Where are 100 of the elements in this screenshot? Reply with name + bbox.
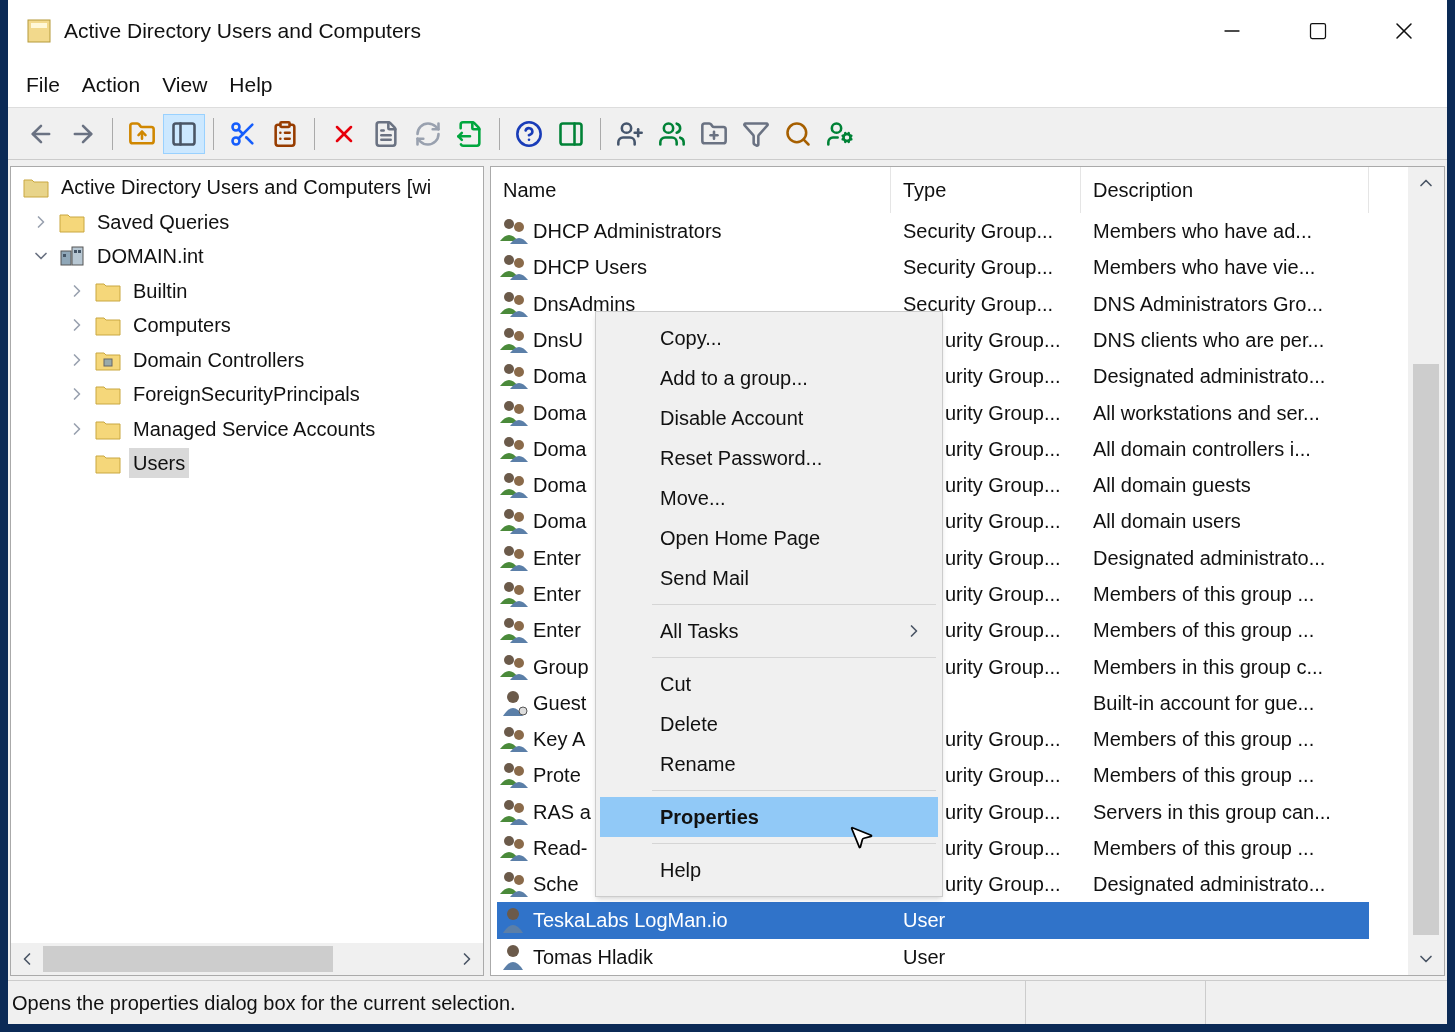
- menu-item[interactable]: Disable Account: [600, 398, 938, 438]
- menu-item[interactable]: Action: [73, 68, 149, 101]
- users-icon: [499, 507, 529, 536]
- menu-item[interactable]: Delete: [600, 704, 938, 744]
- users-icon: [499, 362, 529, 391]
- column-header[interactable]: Name: [491, 167, 891, 213]
- name-cell[interactable]: Enter: [533, 542, 581, 573]
- name-cell[interactable]: Doma: [533, 433, 587, 464]
- name-cell[interactable]: Enter: [533, 578, 581, 609]
- type-cell: urity Group...: [945, 655, 1061, 678]
- name-cell[interactable]: Prote: [533, 760, 581, 791]
- description-cell: Members of this group ...: [1093, 582, 1315, 605]
- tree-item[interactable]: Managed Service Accounts: [129, 413, 380, 444]
- tree-item[interactable]: Computers: [129, 310, 235, 341]
- users-icon: [499, 579, 529, 608]
- description-cell: DNS Administrators Gro...: [1093, 292, 1324, 315]
- tree-item[interactable]: Active Directory Users and Computers [wi: [57, 172, 436, 203]
- column-header[interactable]: Description: [1081, 167, 1369, 213]
- name-cell[interactable]: Read-: [533, 832, 588, 863]
- name-cell[interactable]: Doma: [533, 470, 587, 501]
- menu-item[interactable]: Help: [221, 68, 281, 101]
- tree-item[interactable]: Saved Queries: [93, 206, 234, 237]
- app-icon: [26, 18, 52, 44]
- description-cell: Designated administrato...: [1093, 546, 1326, 569]
- tree-item[interactable]: ForeignSecurityPrincipals: [129, 379, 364, 410]
- description-cell: All domain users: [1093, 510, 1241, 533]
- description-cell: Servers in this group can...: [1093, 800, 1331, 823]
- users-icon: [499, 797, 529, 826]
- menu-item[interactable]: Open Home Page: [600, 518, 938, 558]
- menu-item[interactable]: File: [18, 68, 68, 101]
- name-cell[interactable]: TeskaLabs LogMan.io: [533, 905, 728, 936]
- type-cell: urity Group...: [945, 546, 1061, 569]
- status-text: Opens the properties dialog box for the current selection.: [8, 981, 1026, 1024]
- folder-icon: [95, 383, 121, 406]
- users-icon: [499, 616, 529, 645]
- description-cell: Designated administrato...: [1093, 365, 1326, 388]
- tree-item[interactable]: Users: [129, 448, 190, 479]
- menu-item[interactable]: Help: [600, 850, 938, 890]
- menu-item[interactable]: Cut: [600, 664, 938, 704]
- horizontal-scrollbar[interactable]: [11, 943, 483, 975]
- type-cell: urity Group...: [945, 619, 1061, 642]
- menu-item[interactable]: Properties: [600, 797, 938, 837]
- menu-item[interactable]: All Tasks: [600, 611, 938, 651]
- type-cell: urity Group...: [945, 474, 1061, 497]
- menu-item[interactable]: Send Mail: [600, 558, 938, 598]
- menu-item[interactable]: Move...: [600, 478, 938, 518]
- name-cell[interactable]: Sche: [533, 869, 579, 900]
- description-cell: Designated administrato...: [1093, 873, 1326, 896]
- menu-item[interactable]: Reset Password...: [600, 438, 938, 478]
- name-cell[interactable]: DHCP Users: [533, 252, 648, 283]
- name-cell[interactable]: DHCP Administrators: [533, 216, 722, 247]
- type-cell: urity Group...: [945, 764, 1061, 787]
- name-cell[interactable]: DnsU: [533, 324, 583, 355]
- user-plus-icon: [616, 119, 644, 148]
- name-cell[interactable]: DnsAdmins: [533, 288, 636, 319]
- name-cell[interactable]: Enter: [533, 615, 581, 646]
- description-cell: Members of this group ...: [1093, 836, 1315, 859]
- description-cell: Members who have ad...: [1093, 220, 1312, 243]
- menu-item[interactable]: View: [154, 68, 216, 101]
- name-cell[interactable]: Doma: [533, 361, 587, 392]
- maximize-icon[interactable]: [1308, 21, 1328, 41]
- users-icon: [499, 325, 529, 354]
- name-cell[interactable]: Guest: [533, 687, 587, 718]
- type-cell: urity Group...: [945, 437, 1061, 460]
- folder-icon: [95, 314, 121, 337]
- folder-up-icon: [128, 119, 156, 148]
- filter-icon: [742, 119, 770, 148]
- toolbar-button[interactable]: [163, 113, 205, 154]
- vertical-scrollbar[interactable]: [1408, 167, 1444, 975]
- properties-icon: [372, 119, 400, 148]
- type-cell: urity Group...: [945, 873, 1061, 896]
- menu-item[interactable]: Add to a group...: [600, 358, 938, 398]
- tree-item[interactable]: DOMAIN.int: [93, 241, 208, 272]
- users-icon: [499, 870, 529, 899]
- users-icon: [499, 833, 529, 862]
- users-icon: [499, 471, 529, 500]
- type-cell: User: [903, 909, 946, 932]
- description-cell: All domain guests: [1093, 474, 1251, 497]
- description-cell: Members in this group c...: [1093, 655, 1324, 678]
- description-cell: All workstations and ser...: [1093, 401, 1320, 424]
- name-cell[interactable]: RAS a: [533, 796, 591, 827]
- users-icon: [658, 119, 686, 148]
- menu-item[interactable]: Rename: [600, 744, 938, 784]
- folder-icon: [23, 176, 49, 199]
- name-cell[interactable]: Tomas Hladik: [533, 941, 654, 972]
- tree-item[interactable]: Domain Controllers: [129, 344, 309, 375]
- tree-item[interactable]: Builtin: [129, 275, 192, 306]
- type-cell: urity Group...: [945, 510, 1061, 533]
- users-icon: [499, 217, 529, 246]
- description-cell: Members of this group ...: [1093, 619, 1315, 642]
- name-cell[interactable]: Doma: [533, 506, 587, 537]
- name-cell[interactable]: Doma: [533, 397, 587, 428]
- description-cell: Members of this group ...: [1093, 764, 1315, 787]
- type-cell: Security Group...: [903, 220, 1054, 243]
- user-gear-icon: [826, 119, 854, 148]
- menu-item[interactable]: Copy...: [600, 318, 938, 358]
- column-header[interactable]: Type: [891, 167, 1081, 213]
- name-cell[interactable]: Key A: [533, 724, 586, 755]
- description-cell: DNS clients who are per...: [1093, 328, 1325, 351]
- name-cell[interactable]: Group: [533, 651, 589, 682]
